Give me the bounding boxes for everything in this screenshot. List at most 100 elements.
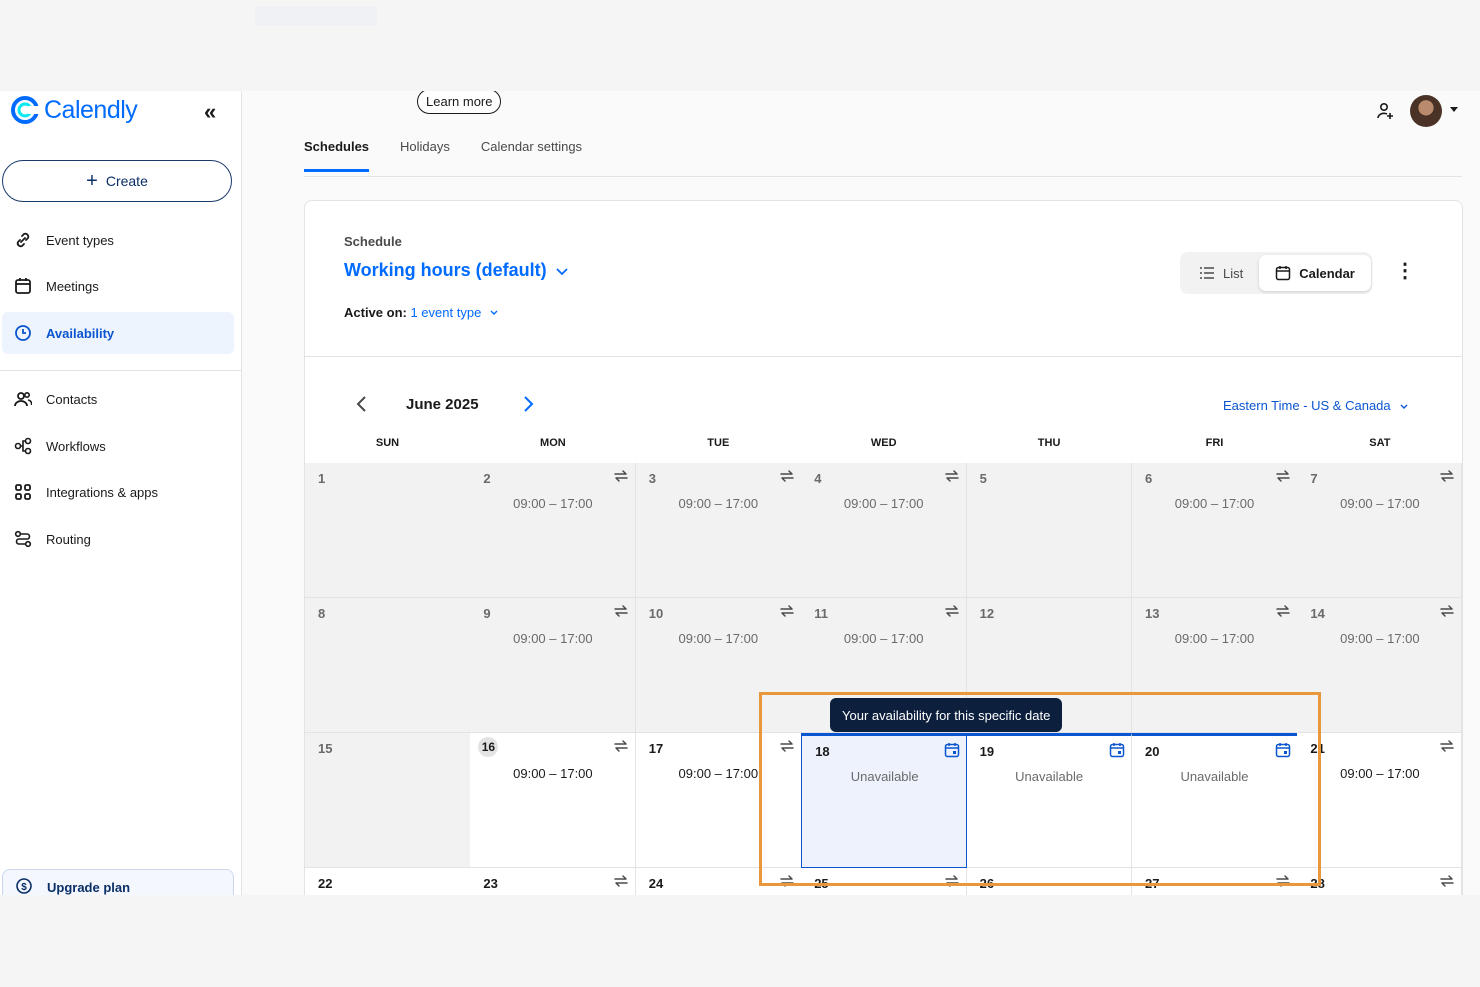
hours-range: 09:00 – 17:00 bbox=[1174, 496, 1255, 511]
schedule-card: Schedule Working hours (default) Active … bbox=[304, 200, 1463, 895]
more-options-icon[interactable]: ⋮ bbox=[1395, 261, 1415, 281]
tab-calendar-settings[interactable]: Calendar settings bbox=[481, 139, 582, 172]
unavailable-label: Unavailable bbox=[850, 769, 919, 784]
date-number: 10 bbox=[648, 606, 664, 621]
calendly-logo[interactable]: Calendly bbox=[10, 95, 138, 125]
calendar-day-cell[interactable]: 1 bbox=[305, 463, 471, 598]
chevron-down-icon[interactable] bbox=[1450, 107, 1458, 112]
calendar-day-cell[interactable]: 22 bbox=[305, 868, 471, 895]
calendar-day-cell[interactable]: 16 09:00 – 17:00 bbox=[470, 733, 637, 868]
sidebar-item-meetings[interactable]: Meetings bbox=[2, 265, 234, 307]
hours-range: 09:00 – 17:00 bbox=[1340, 631, 1420, 646]
date-number: 23 bbox=[483, 876, 498, 891]
calendar-icon bbox=[14, 277, 32, 295]
calendar-day-cell[interactable]: 17 09:00 – 17:00 bbox=[635, 733, 802, 868]
repeat-icon bbox=[1439, 874, 1455, 893]
sidebar-divider bbox=[0, 370, 241, 371]
tooltip: Your availability for this specific date bbox=[830, 698, 1063, 732]
date-override-icon bbox=[944, 742, 960, 763]
hours-range: 09:00 – 17:00 bbox=[1340, 496, 1420, 511]
calendar-day-cell[interactable]: 8 bbox=[305, 598, 471, 733]
date-number: 4 bbox=[814, 471, 822, 486]
timezone-selector[interactable]: Eastern Time - US & Canada bbox=[1223, 398, 1409, 413]
date-number: 19 bbox=[979, 744, 995, 759]
sidebar-item-contacts[interactable]: Contacts bbox=[2, 378, 234, 420]
today-date-number: 16 bbox=[478, 737, 499, 757]
add-user-icon[interactable] bbox=[1376, 102, 1394, 125]
collapse-sidebar-icon[interactable]: « bbox=[204, 99, 216, 125]
clock-icon bbox=[14, 324, 32, 342]
calendar-day-cell[interactable]: 5 bbox=[966, 463, 1133, 598]
calendar-day-cell[interactable]: 15 bbox=[305, 733, 471, 868]
tab-holidays[interactable]: Holidays bbox=[400, 139, 450, 172]
repeat-icon bbox=[1439, 604, 1455, 623]
link-icon bbox=[14, 231, 32, 249]
sidebar-item-integrations[interactable]: Integrations & apps bbox=[2, 471, 234, 513]
day-of-week-header: SUN bbox=[375, 437, 400, 449]
upgrade-plan-button[interactable]: $ Upgrade plan bbox=[2, 869, 234, 895]
repeat-icon bbox=[779, 469, 795, 488]
calendar-day-cell[interactable]: 21 09:00 – 17:00 bbox=[1297, 733, 1462, 868]
repeat-icon bbox=[1439, 739, 1455, 758]
sidebar-item-availability[interactable]: Availability bbox=[2, 312, 234, 354]
hours-range: 09:00 – 17:00 bbox=[513, 496, 593, 511]
timezone-label: Eastern Time - US & Canada bbox=[1223, 398, 1391, 413]
calendar-day-cell[interactable]: 26 bbox=[966, 868, 1133, 895]
calendar-day-cell[interactable]: 19 Unavailable bbox=[966, 733, 1133, 868]
date-number: 28 bbox=[1310, 876, 1325, 891]
list-view-button[interactable]: List bbox=[1183, 255, 1259, 291]
repeat-icon bbox=[1439, 469, 1455, 488]
avatar[interactable] bbox=[1410, 95, 1442, 127]
chevron-right-icon[interactable] bbox=[521, 395, 535, 418]
calendar-day-cell[interactable]: 24 bbox=[635, 868, 802, 895]
date-number: 26 bbox=[979, 876, 995, 891]
calendar-day-cell[interactable]: 27 bbox=[1132, 868, 1298, 895]
repeat-icon bbox=[1275, 604, 1291, 623]
unavailable-label: Unavailable bbox=[1180, 769, 1249, 784]
calendar-day-cell[interactable]: 7 09:00 – 17:00 bbox=[1297, 463, 1462, 598]
calendar-view-button[interactable]: Calendar bbox=[1259, 255, 1371, 291]
calendar-day-cell[interactable]: 13 09:00 – 17:00 bbox=[1132, 598, 1298, 733]
create-button[interactable]: + Create bbox=[2, 160, 232, 202]
routing-icon bbox=[14, 530, 32, 548]
calendar-view-label: Calendar bbox=[1299, 265, 1355, 281]
create-label: Create bbox=[105, 173, 148, 189]
chevron-down-icon bbox=[490, 310, 498, 315]
sidebar-item-label: Contacts bbox=[46, 391, 98, 407]
hours-range: 09:00 – 17:00 bbox=[1340, 766, 1420, 781]
sidebar-item-label: Meetings bbox=[46, 278, 99, 294]
chevron-down-icon bbox=[1400, 404, 1408, 409]
date-number: 15 bbox=[318, 741, 333, 756]
calendar-day-cell[interactable]: 23 bbox=[470, 868, 637, 895]
calendar-day-cell[interactable]: 3 09:00 – 17:00 bbox=[635, 463, 802, 598]
tab-schedules[interactable]: Schedules bbox=[304, 139, 370, 172]
plus-icon: + bbox=[86, 170, 98, 192]
calendar-day-cell[interactable]: 25 bbox=[801, 868, 968, 895]
sidebar-item-event-types[interactable]: Event types bbox=[2, 219, 234, 261]
calendar-day-cell[interactable]: 10 09:00 – 17:00 bbox=[635, 598, 802, 733]
learn-more-button[interactable]: Learn more bbox=[417, 91, 502, 114]
calendar-day-cell[interactable]: 18 Unavailable bbox=[801, 733, 968, 868]
calendar-day-cell[interactable]: 4 09:00 – 17:00 bbox=[801, 463, 968, 598]
calendar-day-cell[interactable]: 20 Unavailable bbox=[1132, 733, 1298, 868]
day-of-week-header: SAT bbox=[1369, 437, 1391, 449]
chevron-left-icon[interactable] bbox=[355, 395, 369, 418]
calendar-day-cell[interactable]: 14 09:00 – 17:00 bbox=[1297, 598, 1462, 733]
day-of-week-header: THU bbox=[1037, 437, 1061, 449]
contacts-icon bbox=[14, 390, 32, 408]
view-toggle: List Calendar bbox=[1180, 252, 1372, 294]
calendar-day-cell[interactable]: 9 09:00 – 17:00 bbox=[470, 598, 637, 733]
calendar-day-cell[interactable]: 28 bbox=[1297, 868, 1462, 895]
schedule-selector[interactable]: Working hours (default) bbox=[344, 260, 569, 281]
active-on-link[interactable]: 1 event type bbox=[410, 305, 498, 320]
date-override-icon bbox=[1275, 742, 1291, 763]
calendar-day-cell[interactable]: 2 09:00 – 17:00 bbox=[470, 463, 637, 598]
sidebar-item-routing[interactable]: Routing bbox=[2, 518, 234, 560]
sidebar-item-workflows[interactable]: Workflows bbox=[2, 425, 234, 467]
date-number: 6 bbox=[1145, 471, 1153, 486]
repeat-icon bbox=[1275, 874, 1291, 893]
day-of-week-header: MON bbox=[540, 437, 566, 449]
date-number: 11 bbox=[814, 606, 828, 621]
repeat-icon bbox=[944, 874, 960, 893]
calendar-day-cell[interactable]: 6 09:00 – 17:00 bbox=[1132, 463, 1298, 598]
